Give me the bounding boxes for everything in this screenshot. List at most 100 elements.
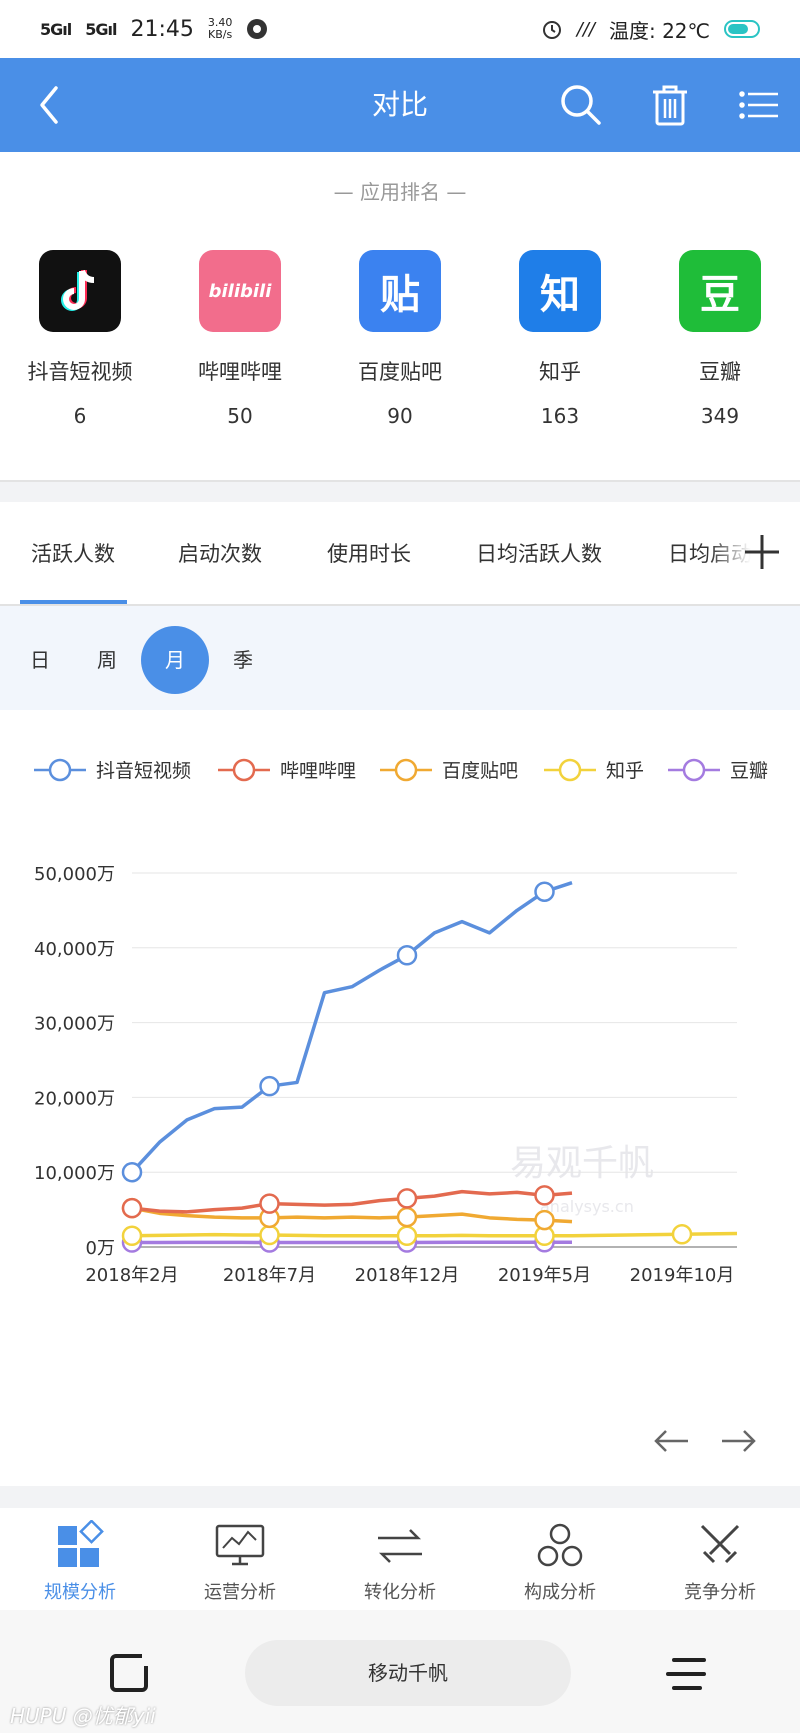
- legend-item-tieba[interactable]: 百度贴吧: [380, 756, 518, 783]
- app-notification-icon: [247, 19, 268, 39]
- menu-lines-icon[interactable]: [664, 1654, 708, 1694]
- recent-apps-icon[interactable]: [106, 1652, 150, 1696]
- bilibili-icon: bilibili: [199, 250, 281, 332]
- zhihu-icon: 知: [519, 250, 601, 332]
- arrow-right-icon[interactable]: [718, 1426, 758, 1456]
- period-day[interactable]: 日: [6, 626, 74, 694]
- legend-item-douyin[interactable]: 抖音短视频: [34, 756, 191, 783]
- data-point: [121, 1161, 143, 1183]
- tab-active-users[interactable]: 活跃人数: [31, 538, 115, 568]
- app-rank: 163: [540, 404, 580, 428]
- app-name: 知乎: [539, 360, 581, 384]
- app-item-tieba[interactable]: 贴 百度贴吧 90: [320, 250, 480, 428]
- signal-strength-icon: ///: [576, 18, 595, 40]
- battery-icon: [724, 20, 760, 38]
- network-speed: 3.40 KB/s: [207, 16, 233, 41]
- section-divider: [0, 480, 800, 502]
- app-name: 抖音短视频: [27, 360, 133, 384]
- app-name: 豆瓣: [699, 360, 741, 384]
- data-point: [259, 1224, 280, 1246]
- data-point: [121, 1197, 143, 1219]
- line-chart[interactable]: 易观千帆 analysys.cn 50,000万 40,000万 30,000万 20,0…: [0, 830, 800, 1300]
- data-point: [671, 1224, 693, 1245]
- search-icon[interactable]: [556, 80, 606, 130]
- app-rank: 50: [227, 404, 253, 428]
- data-point: [396, 1188, 418, 1209]
- y-tick-label: 10,000万: [34, 1163, 115, 1184]
- data-point: [534, 1185, 555, 1206]
- nav-composition-analysis[interactable]: 构成分析: [480, 1508, 640, 1608]
- status-bar: 5Gıl 5Gıl 21:45 3.40 KB/s /// 温度: 22℃: [0, 0, 800, 58]
- y-tick-label: 0万: [86, 1238, 115, 1259]
- x-tick-label: 2018年2月: [85, 1265, 178, 1286]
- arrow-left-icon[interactable]: [652, 1426, 692, 1456]
- app-item-douyin[interactable]: 抖音短视频 6: [0, 250, 160, 428]
- app-item-bilibili[interactable]: bilibili 哔哩哔哩 50: [160, 250, 320, 428]
- data-point: [396, 945, 418, 966]
- trash-icon[interactable]: [645, 80, 695, 130]
- period-month[interactable]: 月: [141, 626, 209, 694]
- series-line: [130, 881, 573, 1174]
- x-tick-label: 2018年7月: [223, 1265, 316, 1286]
- legend-item-zhihu[interactable]: 知乎: [544, 756, 644, 783]
- add-tab-icon[interactable]: [742, 532, 782, 572]
- ranking-title: — 应用排名 —: [333, 180, 467, 204]
- metric-tabs: 活跃人数 启动次数 使用时长 日均活跃人数 日均启动: [0, 502, 800, 606]
- tab-active-indicator: [20, 600, 127, 604]
- signal-icon: 5Gıl: [40, 19, 72, 39]
- app-name: 哔哩哔哩: [198, 360, 282, 384]
- menu-list-icon[interactable]: [736, 80, 786, 130]
- tab-launch-count[interactable]: 启动次数: [178, 538, 262, 568]
- y-tick-label: 30,000万: [34, 1014, 115, 1035]
- x-tick-label: 2019年5月: [498, 1265, 591, 1286]
- nav-scale-analysis[interactable]: 规模分析: [0, 1508, 160, 1608]
- operation-analysis-icon: [215, 1524, 265, 1566]
- temperature-text: 温度: 22℃: [608, 18, 710, 43]
- douyin-icon: [39, 250, 121, 332]
- data-point: [534, 1209, 555, 1231]
- composition-analysis-icon: [537, 1523, 583, 1567]
- status-time: 21:45: [130, 16, 194, 42]
- period-week[interactable]: 周: [73, 626, 141, 694]
- y-tick-label: 20,000万: [34, 1088, 115, 1109]
- tieba-icon: 贴: [359, 250, 441, 332]
- y-tick-label: 40,000万: [34, 939, 115, 960]
- data-point: [396, 1206, 418, 1228]
- app-rank: 90: [387, 404, 413, 428]
- period-selector: 日 周 月 季: [0, 606, 800, 710]
- data-point: [396, 1225, 418, 1247]
- nav-operation-analysis[interactable]: 运营分析: [160, 1508, 320, 1608]
- section-divider: [0, 1486, 800, 1508]
- header-bar: 对比: [0, 58, 800, 152]
- series-line: [131, 1189, 573, 1214]
- nav-conversion-analysis[interactable]: 转化分析: [320, 1508, 480, 1608]
- app-name: 百度贴吧: [358, 360, 442, 384]
- app-item-douban[interactable]: 豆 豆瓣 349: [640, 250, 800, 428]
- data-point: [259, 1075, 280, 1097]
- series-line: [131, 1231, 738, 1238]
- bottom-nav: 规模分析 运营分析 转化分析 构成分析 竞争分析: [0, 1508, 800, 1608]
- home-pill-button[interactable]: 移动千帆: [245, 1640, 571, 1706]
- chart-legend: 抖音短视频 哔哩哔哩 百度贴吧 知乎 豆瓣: [0, 756, 800, 792]
- scale-analysis-icon: [58, 1520, 104, 1567]
- data-point: [121, 1225, 143, 1247]
- nav-competition-analysis[interactable]: 竞争分析: [640, 1508, 800, 1608]
- app-rank: 349: [700, 404, 740, 428]
- x-tick-label: 2019年10月: [630, 1265, 735, 1286]
- chart-paging: [652, 1426, 758, 1456]
- app-ranking-list: 抖音短视频 6 bilibili 哔哩哔哩 50 贴 百度贴吧 90 知 知乎 …: [0, 250, 800, 428]
- app-rank: 6: [73, 404, 87, 428]
- data-point: [259, 1193, 280, 1214]
- period-quarter[interactable]: 季: [209, 626, 277, 694]
- tab-daily-active-users[interactable]: 日均活跃人数: [476, 538, 602, 568]
- data-point: [534, 881, 555, 902]
- legend-item-bilibili[interactable]: 哔哩哔哩: [218, 756, 356, 783]
- legend-item-douban[interactable]: 豆瓣: [668, 756, 768, 783]
- tab-usage-duration[interactable]: 使用时长: [327, 538, 411, 568]
- watermark-credit: HUPU @忧郁yii: [10, 1704, 156, 1728]
- x-tick-label: 2018年12月: [355, 1265, 460, 1286]
- alarm-icon: [542, 21, 561, 39]
- app-item-zhihu[interactable]: 知 知乎 163: [480, 250, 640, 428]
- chart-watermark: 易观千帆: [510, 1143, 654, 1184]
- signal-icon: 5Gıl: [85, 19, 117, 39]
